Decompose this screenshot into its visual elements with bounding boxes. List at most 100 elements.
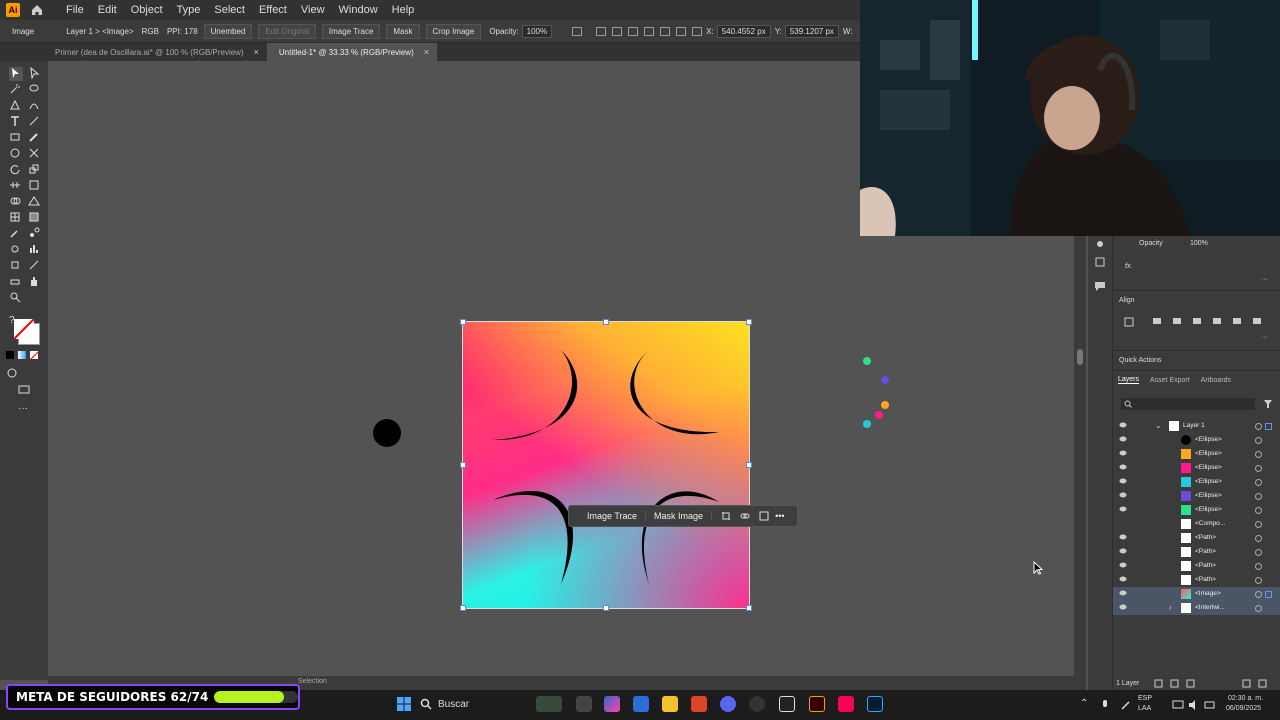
black-ellipse[interactable] [372,418,404,450]
rectangle-tool-icon[interactable] [9,131,21,143]
layers-stack-icon[interactable] [1094,256,1106,268]
scale-tool-icon[interactable] [28,163,40,175]
task-view-icon[interactable] [576,696,592,712]
network-icon[interactable] [1172,699,1184,711]
layer-row[interactable]: <Ellipse> [1113,489,1280,503]
lasso-icon[interactable] [28,83,40,95]
close-icon[interactable]: × [424,47,429,57]
magic-wand-icon[interactable] [9,83,21,95]
align-middle-icon[interactable] [660,26,671,36]
line-tool-icon[interactable] [28,115,40,127]
shaper-tool-icon[interactable] [9,147,21,159]
align-right-icon[interactable] [628,26,639,36]
color-mode-icon[interactable] [6,351,14,359]
layer-row[interactable]: <Ellipse> [1113,461,1280,475]
y-field[interactable]: 539.1207 px [784,24,839,38]
blend-tool-icon[interactable] [28,227,40,239]
symbol-sprayer-icon[interactable] [9,243,21,255]
comment-icon[interactable] [1094,280,1106,292]
layer-row[interactable]: <Path> [1113,573,1280,587]
rotate-tool-icon[interactable] [9,163,21,175]
layer-row[interactable]: <Ellipse> [1113,447,1280,461]
link-icon[interactable] [740,511,750,521]
orange-ellipse[interactable] [881,401,889,409]
column-graph-icon[interactable] [28,243,40,255]
volume-icon[interactable] [1188,699,1200,711]
none-mode-icon[interactable] [29,351,39,361]
obs-icon[interactable] [749,696,765,712]
eye-icon[interactable] [1119,436,1127,442]
layer-row[interactable]: <Ellipse> [1113,475,1280,489]
chevron-right-icon[interactable]: › [1169,603,1172,612]
mask-button[interactable]: Mask [386,23,420,39]
close-icon[interactable]: × [254,47,259,57]
tiktok-icon[interactable] [838,696,854,712]
direct-selection-tool-icon[interactable] [28,66,40,80]
fill-swatch[interactable] [13,318,35,340]
layer-row[interactable]: <Compo... [1113,517,1280,531]
language-region[interactable]: LAA [1138,705,1151,712]
handle-tl[interactable] [460,319,466,325]
photoshop-icon[interactable] [867,696,883,712]
image-trace-button[interactable]: Image Trace [579,511,647,521]
align-left-icon[interactable] [596,26,607,36]
menu-edit[interactable]: Edit [98,4,117,16]
eraser-icon[interactable] [9,275,21,287]
gradient-mode-icon[interactable] [18,351,26,359]
type-tool-icon[interactable] [9,115,21,127]
slice-tool-icon[interactable] [28,259,40,271]
mesh-tool-icon[interactable] [9,211,21,223]
artboard-tool-icon[interactable] [9,259,21,271]
chevron-down-icon[interactable]: ⌄ [1155,421,1162,430]
align-buttons[interactable] [1123,316,1273,328]
curvature-tool-icon[interactable] [28,99,40,111]
eye-icon[interactable] [1119,562,1127,568]
menu-view[interactable]: View [301,4,325,16]
scissors-icon[interactable] [28,147,40,159]
tab-asset-export[interactable]: Asset Export [1150,377,1190,384]
menu-help[interactable]: Help [392,4,415,16]
store-icon[interactable] [633,696,649,712]
pink-ellipse[interactable] [875,411,883,419]
green-ellipse[interactable] [863,357,871,365]
filter-icon[interactable] [1263,399,1273,409]
eye-icon[interactable] [1119,576,1127,582]
image-trace-button[interactable]: Image Trace [321,23,381,39]
gradient-image[interactable] [462,321,750,609]
purple-ellipse[interactable] [881,376,889,384]
cyan-ellipse[interactable] [863,420,871,428]
screen-mode-icon[interactable] [18,383,30,395]
more-tools-icon[interactable]: ··· [18,403,30,415]
fx-button[interactable]: fx. [1125,263,1132,270]
microphone-icon[interactable] [1100,699,1110,711]
menu-effect[interactable]: Effect [259,4,287,16]
tab-primer[interactable]: Primer (dea de Oscillara.ai* @ 100 % (RG… [0,43,267,61]
opacity-field[interactable]: 100% [521,24,553,38]
pen-icon[interactable] [1120,699,1132,711]
reference-point-icon[interactable] [692,26,703,36]
chevron-up-icon[interactable]: ⌃ [1080,698,1088,709]
draw-mode-icon[interactable] [6,367,18,379]
menu-file[interactable]: File [66,4,84,16]
transform-icon[interactable] [572,26,583,36]
discord-icon[interactable] [720,696,736,712]
handle-ml[interactable] [460,462,466,468]
tab-artboards[interactable]: Artboards [1201,377,1231,384]
home-icon[interactable] [30,3,44,17]
tab-layers[interactable]: Layers [1118,376,1140,384]
crop-image-button[interactable]: Crop Image [425,23,482,39]
layer-row[interactable]: <Path> [1113,559,1280,573]
gradient-tool-icon[interactable] [28,211,40,223]
crop-icon[interactable] [721,511,731,521]
menu-window[interactable]: Window [339,4,378,16]
pen-tool-icon[interactable] [9,99,21,111]
eye-icon[interactable] [1119,548,1127,554]
layer-path[interactable]: Layer 1 > <Image> [66,27,133,36]
eye-icon[interactable] [1119,478,1127,484]
eye-icon[interactable] [1119,492,1127,498]
more-options-icon[interactable]: ··· [1261,334,1268,341]
battery-icon[interactable] [1204,699,1216,711]
free-transform-icon[interactable] [28,179,40,191]
brave-icon[interactable] [691,696,707,712]
eye-icon[interactable] [1119,422,1127,428]
